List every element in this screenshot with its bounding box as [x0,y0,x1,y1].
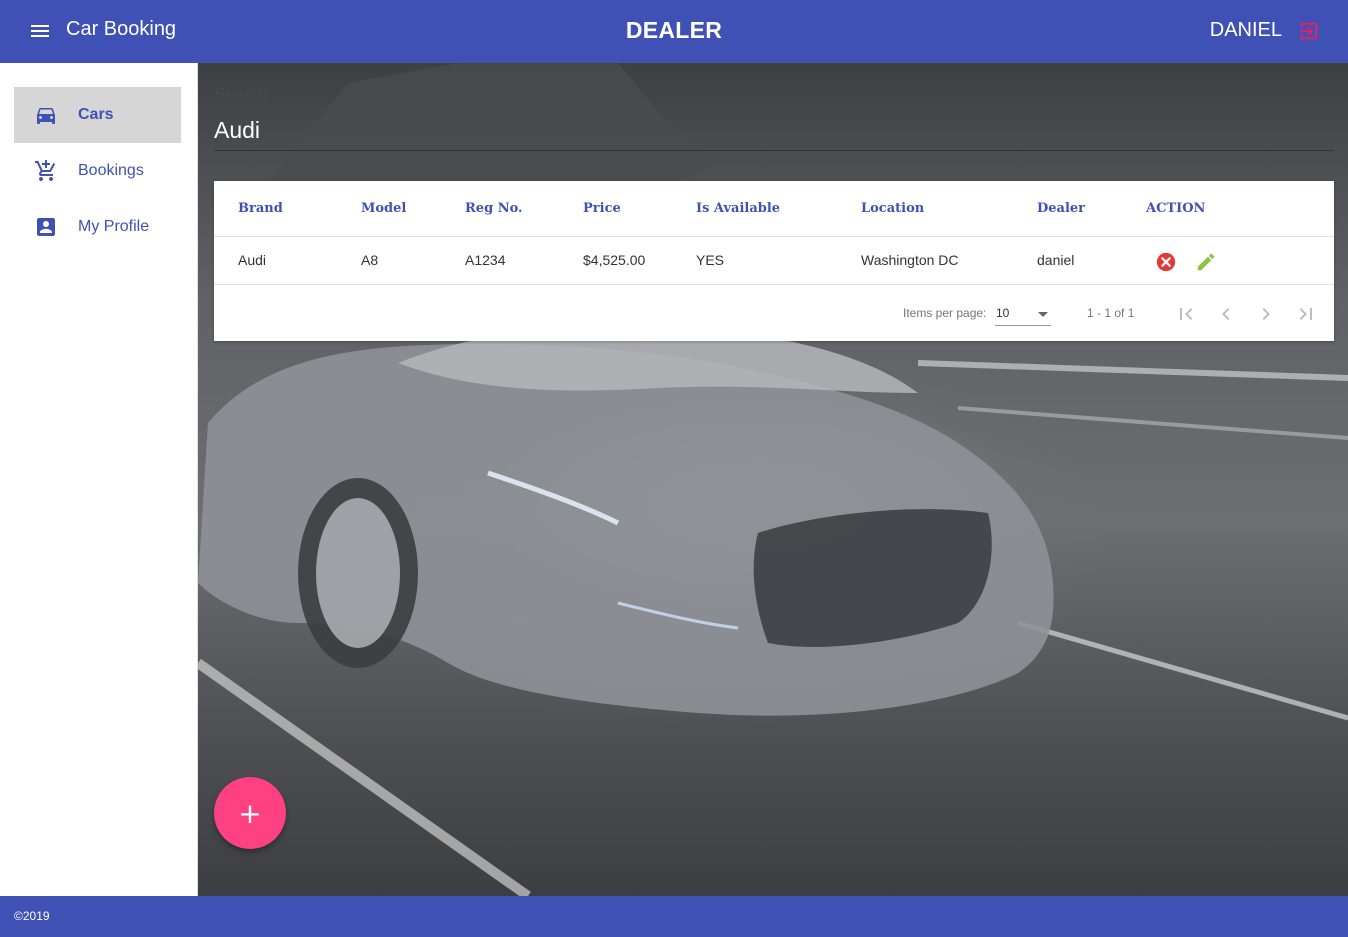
sidebar-item-my-profile[interactable]: My Profile [14,199,181,255]
cell-price: $4,525.00 [583,252,646,268]
sidebar-item-bookings[interactable]: Bookings [14,143,181,199]
cell-model: A8 [361,252,379,268]
items-per-page-value: 10 [996,306,1010,320]
cell-is-available: YES [696,252,725,268]
role-title: DEALER [625,17,723,43]
copyright: ©2019 [14,909,50,923]
sidebar-item-cars[interactable]: Cars [14,87,181,143]
column-header-location[interactable]: Location [861,201,924,216]
search-input[interactable] [214,111,1334,151]
delete-icon[interactable] [1155,251,1177,273]
footer: ©2019 [0,896,1348,937]
logout-icon[interactable] [1298,20,1320,42]
row-divider [214,284,1334,285]
plus-icon: + [238,797,262,830]
items-per-page-select[interactable]: 10 [995,302,1051,326]
sidebar-item-label: My Profile [78,218,150,235]
column-header-reg-no[interactable]: Reg No. [465,201,523,216]
cell-location: Washington DC [861,252,959,268]
cell-dealer: daniel [1037,252,1075,268]
sidebar-item-label: Bookings [78,162,144,179]
previous-page-icon[interactable] [1214,302,1238,326]
top-app-bar: Car Booking DEALER DANIEL [0,0,1348,63]
header-divider [214,236,1334,237]
first-page-icon[interactable] [1174,302,1198,326]
chevron-down-icon [1038,312,1048,317]
next-page-icon[interactable] [1254,302,1278,326]
account-box-icon [34,215,58,239]
column-header-model[interactable]: Model [361,201,406,216]
sidebar: Cars Bookings My Profile [0,63,198,896]
column-header-dealer[interactable]: Dealer [1037,201,1085,216]
menu-icon[interactable] [26,17,54,45]
user-name: DANIEL [1209,19,1282,41]
edit-icon[interactable] [1195,251,1217,273]
column-header-action: ACTION [1146,201,1206,216]
last-page-icon[interactable] [1294,302,1318,326]
sidebar-item-label: Cars [78,106,114,123]
add-shopping-cart-icon [34,159,58,183]
cell-reg-no: A1234 [465,252,506,268]
column-header-price[interactable]: Price [583,201,621,216]
cell-brand: Audi [238,252,267,268]
range-label: 1 - 1 of 1 [1087,306,1135,320]
column-header-brand[interactable]: Brand [238,201,283,216]
items-per-page-label: Items per page: [903,306,987,320]
column-header-is-available[interactable]: Is Available [696,201,780,216]
main-content: Search Brand Model Reg No. Price Is Avai… [198,63,1348,896]
app-title: Car Booking [66,18,177,40]
search-label: Search [214,84,268,103]
add-car-button[interactable]: + [214,777,286,849]
cars-table-card: Brand Model Reg No. Price Is Available L… [214,181,1334,341]
car-icon [34,103,58,127]
